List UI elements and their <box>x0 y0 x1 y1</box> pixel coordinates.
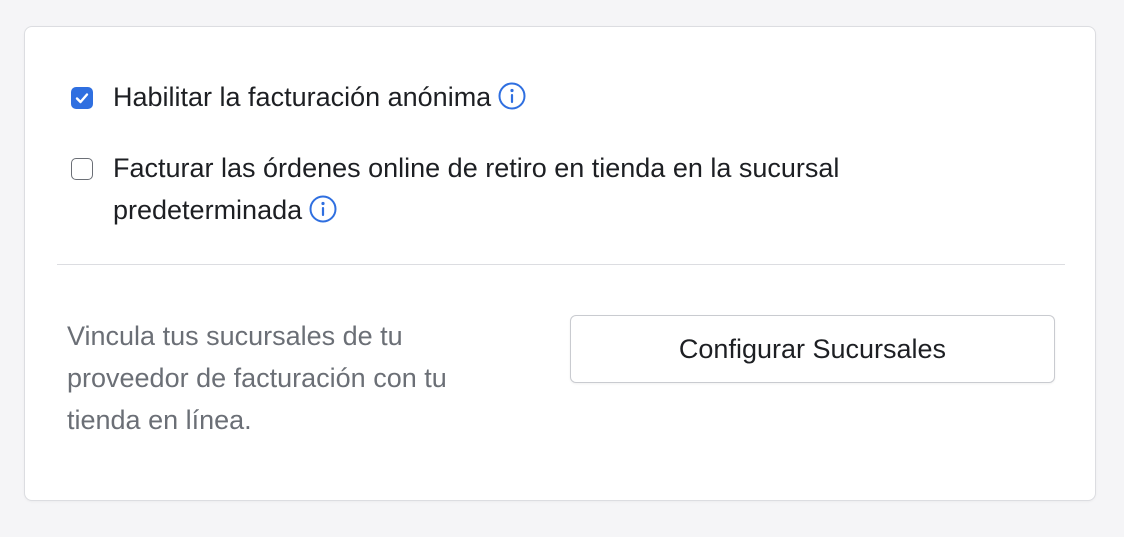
section-divider <box>57 264 1065 265</box>
checkmark-icon <box>75 93 89 104</box>
configure-branches-button[interactable]: Configurar Sucursales <box>570 315 1055 383</box>
info-icon[interactable] <box>497 81 527 111</box>
pickup-orders-label[interactable]: Facturar las órdenes online de retiro en… <box>113 153 839 225</box>
invoicing-settings-card: Habilitar la facturación anónima Factura… <box>24 26 1096 501</box>
pickup-orders-label-wrap: Facturar las órdenes online de retiro en… <box>113 147 933 231</box>
pickup-orders-option: Facturar las órdenes online de retiro en… <box>71 153 933 231</box>
anonymous-invoicing-option: Habilitar la facturación anónima <box>71 82 527 118</box>
branches-description: Vincula tus sucursales de tu proveedor d… <box>67 321 447 435</box>
anonymous-invoicing-label-wrap: Habilitar la facturación anónima <box>113 76 527 118</box>
info-icon[interactable] <box>308 194 338 224</box>
pickup-orders-checkbox[interactable] <box>71 158 93 180</box>
anonymous-invoicing-label[interactable]: Habilitar la facturación anónima <box>113 82 491 112</box>
anonymous-invoicing-checkbox[interactable] <box>71 87 93 109</box>
